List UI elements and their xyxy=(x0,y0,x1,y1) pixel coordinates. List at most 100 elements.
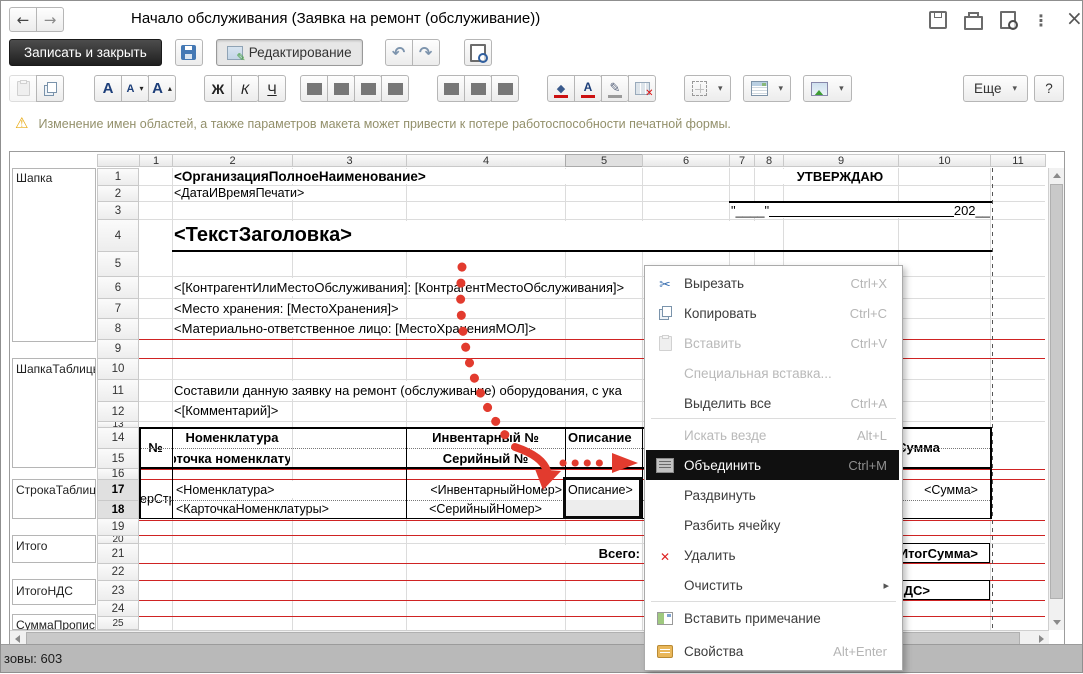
header-cell-serial[interactable]: Серийный № xyxy=(408,450,563,466)
cell-datetime[interactable]: <ДатаИВремяПечати> xyxy=(174,186,374,200)
back-button[interactable] xyxy=(9,7,37,32)
header-cell-card[interactable]: Карточка номенклатуры xyxy=(174,450,290,466)
column-header-9[interactable]: 9 xyxy=(783,154,899,167)
menu-item-expand[interactable]: Раздвинуть xyxy=(646,480,899,510)
font-color-button[interactable]: A xyxy=(574,75,602,102)
menu-item-paste[interactable]: ВставитьCtrl+V xyxy=(646,328,899,358)
row-header-8[interactable]: 8 xyxy=(97,318,139,340)
column-header-5[interactable]: 5 xyxy=(565,154,643,167)
undo-button[interactable] xyxy=(385,39,413,66)
save-button[interactable] xyxy=(175,39,203,66)
cell-doc-title[interactable]: <ТекстЗаголовка> xyxy=(174,221,774,250)
cell-serial[interactable]: <СерийныйНомер> xyxy=(408,501,563,517)
print-preview-button[interactable] xyxy=(464,39,492,66)
vertical-scroll-thumb[interactable] xyxy=(1050,184,1063,599)
underline-button[interactable]: Ч xyxy=(258,75,286,102)
column-header-8[interactable]: 8 xyxy=(754,154,784,167)
menu-item-delete[interactable]: Удалить xyxy=(646,540,899,570)
save-and-close-button[interactable]: Записать и закрыть xyxy=(9,39,162,66)
menu-item-copy[interactable]: КопироватьCtrl+C xyxy=(646,298,899,328)
row-header-18[interactable]: 18 xyxy=(97,500,139,519)
column-header-10[interactable]: 10 xyxy=(898,154,991,167)
valign-middle-button[interactable] xyxy=(464,75,492,102)
fill-color-button[interactable] xyxy=(547,75,575,102)
column-header-4[interactable]: 4 xyxy=(406,154,566,167)
row-header-3[interactable]: 3 xyxy=(97,201,139,220)
scroll-down-icon[interactable] xyxy=(1053,620,1061,625)
align-justify-button[interactable] xyxy=(381,75,409,102)
menu-item-split-cell[interactable]: Разбить ячейку xyxy=(646,510,899,540)
menu-item-cut[interactable]: ВырезатьCtrl+X xyxy=(646,268,899,298)
row-header-1[interactable]: 1 xyxy=(97,168,139,186)
print-icon[interactable] xyxy=(964,16,983,30)
cell-nomenclature[interactable]: <Номенклатура> xyxy=(176,481,336,498)
vertical-scrollbar[interactable] xyxy=(1048,168,1064,630)
row-header-25[interactable]: 25 xyxy=(97,616,139,630)
cell-sum[interactable]: <Сумма> xyxy=(890,481,978,498)
editing-toggle-button[interactable]: Редактирование xyxy=(216,39,363,66)
row-header-23[interactable]: 23 xyxy=(97,580,139,601)
italic-button[interactable]: К xyxy=(231,75,259,102)
valign-top-button[interactable] xyxy=(437,75,465,102)
increase-font-button[interactable]: A▴ xyxy=(148,75,176,102)
column-header-3[interactable]: 3 xyxy=(292,154,407,167)
row-header-4[interactable]: 4 xyxy=(97,219,139,252)
scroll-up-icon[interactable] xyxy=(1053,173,1061,178)
row-header-17[interactable]: 17 xyxy=(97,479,139,501)
row-header-14[interactable]: 14 xyxy=(97,427,139,449)
spreadsheet[interactable]: <ОрганизацияПолноеНаименование> УТВЕРЖДА… xyxy=(9,151,1065,647)
corner-header[interactable] xyxy=(97,154,140,167)
close-icon[interactable] xyxy=(1066,6,1083,30)
row-header-7[interactable]: 7 xyxy=(97,298,139,319)
column-header-6[interactable]: 6 xyxy=(642,154,730,167)
cell-storage[interactable]: <Место хранения: [МестоХранения]> xyxy=(174,299,399,317)
more-button[interactable]: Еще xyxy=(963,75,1028,102)
row-header-5[interactable]: 5 xyxy=(97,251,139,277)
menu-item-merge[interactable]: ОбъединитьCtrl+M xyxy=(646,450,899,480)
row-header-24[interactable]: 24 xyxy=(97,600,139,617)
row-header-6[interactable]: 6 xyxy=(97,276,139,299)
row-header-12[interactable]: 12 xyxy=(97,401,139,422)
menu-item-clear[interactable]: Очистить xyxy=(646,570,899,600)
section-label-shapka[interactable]: Шапка xyxy=(16,171,95,185)
copy-button[interactable] xyxy=(36,75,64,102)
header-cell-nomenclature[interactable]: Номенклатура xyxy=(174,429,290,446)
decrease-font-button[interactable]: A▾ xyxy=(121,75,149,102)
menu-item-search-everywhere[interactable]: Искать вездеAlt+L xyxy=(646,420,899,450)
header-cell-description[interactable]: Описание xyxy=(568,429,638,446)
cell-request-line[interactable]: Составили данную заявку на ремонт (обслу… xyxy=(174,381,622,399)
kebab-icon[interactable] xyxy=(1033,11,1049,30)
menu-item-insert-note[interactable]: Вставить примечание xyxy=(646,603,899,634)
column-header-11[interactable]: 11 xyxy=(990,154,1046,167)
cell-inventory[interactable]: <ИнвентарныйНомер> xyxy=(406,481,562,498)
align-left-button[interactable] xyxy=(300,75,328,102)
save-icon[interactable] xyxy=(929,11,947,29)
menu-item-select-all[interactable]: Выделить всеCtrl+A xyxy=(646,388,899,418)
menu-item-paste-special[interactable]: Специальная вставка... xyxy=(646,358,899,388)
section-label-itogo-nds[interactable]: ИтогоНДС xyxy=(16,584,95,598)
cell-approve[interactable]: УТВЕРЖДАЮ xyxy=(783,169,897,184)
cell-counterparty[interactable]: <[КонтрагентИлиМестоОбслуживания]: [Конт… xyxy=(174,278,624,296)
row-header-21[interactable]: 21 xyxy=(97,543,139,564)
help-button[interactable]: ? xyxy=(1034,75,1064,102)
section-label-shapka-tablicy[interactable]: ШапкаТаблицы xyxy=(16,362,95,376)
align-right-button[interactable] xyxy=(354,75,382,102)
selected-cell-outline[interactable] xyxy=(563,477,642,519)
row-header-10[interactable]: 10 xyxy=(97,358,139,380)
column-header-2[interactable]: 2 xyxy=(172,154,293,167)
row-header-9[interactable]: 9 xyxy=(97,339,139,359)
cell-date-line[interactable]: "____" 202__ xyxy=(731,203,990,218)
column-header-1[interactable]: 1 xyxy=(139,154,173,167)
bold-button[interactable]: Ж xyxy=(204,75,232,102)
clear-format-button[interactable] xyxy=(628,75,656,102)
border-color-button[interactable] xyxy=(601,75,629,102)
cell-total-label[interactable]: Всего: xyxy=(510,545,640,561)
forward-button[interactable] xyxy=(36,7,64,32)
cell-comment[interactable]: <[Комментарий]> xyxy=(174,402,278,419)
section-label-stroka-tablicy[interactable]: СтрокаТаблицы xyxy=(16,483,95,497)
column-header-7[interactable]: 7 xyxy=(729,154,755,167)
row-header-22[interactable]: 22 xyxy=(97,563,139,581)
merge-dropdown[interactable] xyxy=(743,75,792,102)
row-header-15[interactable]: 15 xyxy=(97,448,139,469)
align-center-button[interactable] xyxy=(327,75,355,102)
